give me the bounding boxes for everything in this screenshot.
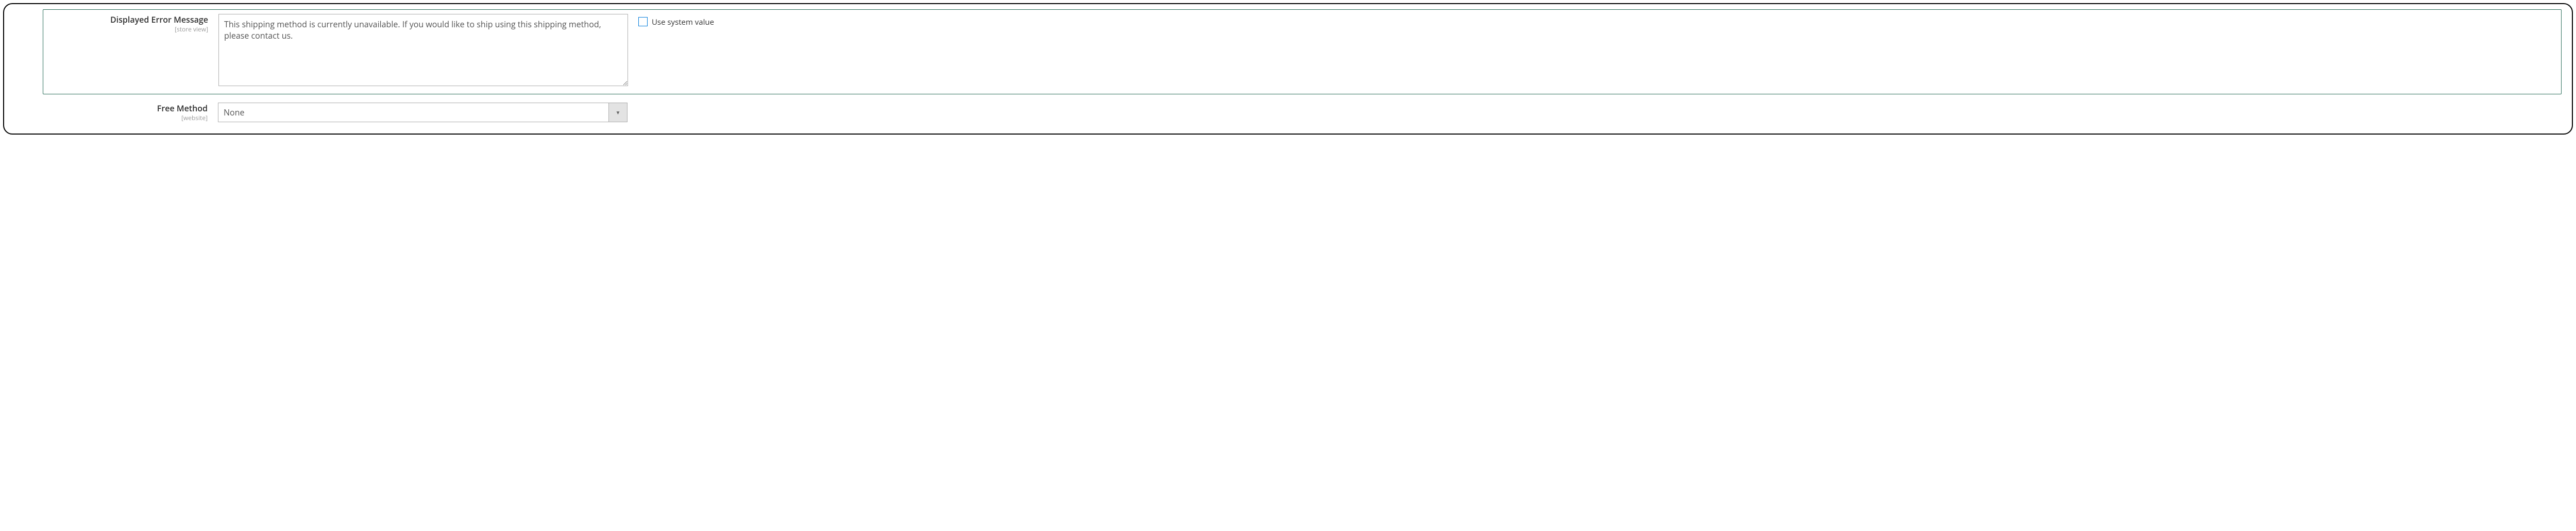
field-scope: [website] bbox=[48, 114, 208, 122]
control-column: None ▼ bbox=[218, 103, 628, 122]
use-system-value-label[interactable]: Use system value bbox=[652, 17, 714, 27]
field-displayed-error-message: Displayed Error Message [store view] Thi… bbox=[43, 9, 2562, 94]
config-panel: Displayed Error Message [store view] Thi… bbox=[3, 3, 2573, 135]
spacer-column bbox=[628, 103, 731, 106]
use-system-column: Use system value bbox=[628, 14, 731, 27]
label-column: Displayed Error Message [store view] bbox=[48, 14, 218, 34]
control-column: This shipping method is currently unavai… bbox=[218, 14, 628, 89]
free-method-select[interactable]: None bbox=[218, 103, 628, 122]
select-wrapper: None ▼ bbox=[218, 103, 628, 122]
field-label: Displayed Error Message bbox=[110, 14, 208, 25]
field-scope: [store view] bbox=[48, 25, 208, 34]
use-system-value-checkbox[interactable] bbox=[638, 17, 648, 26]
label-column: Free Method [website] bbox=[48, 103, 218, 122]
field-free-method: Free Method [website] None ▼ bbox=[43, 98, 2562, 122]
field-label: Free Method bbox=[157, 103, 208, 114]
error-message-textarea[interactable]: This shipping method is currently unavai… bbox=[218, 14, 628, 86]
